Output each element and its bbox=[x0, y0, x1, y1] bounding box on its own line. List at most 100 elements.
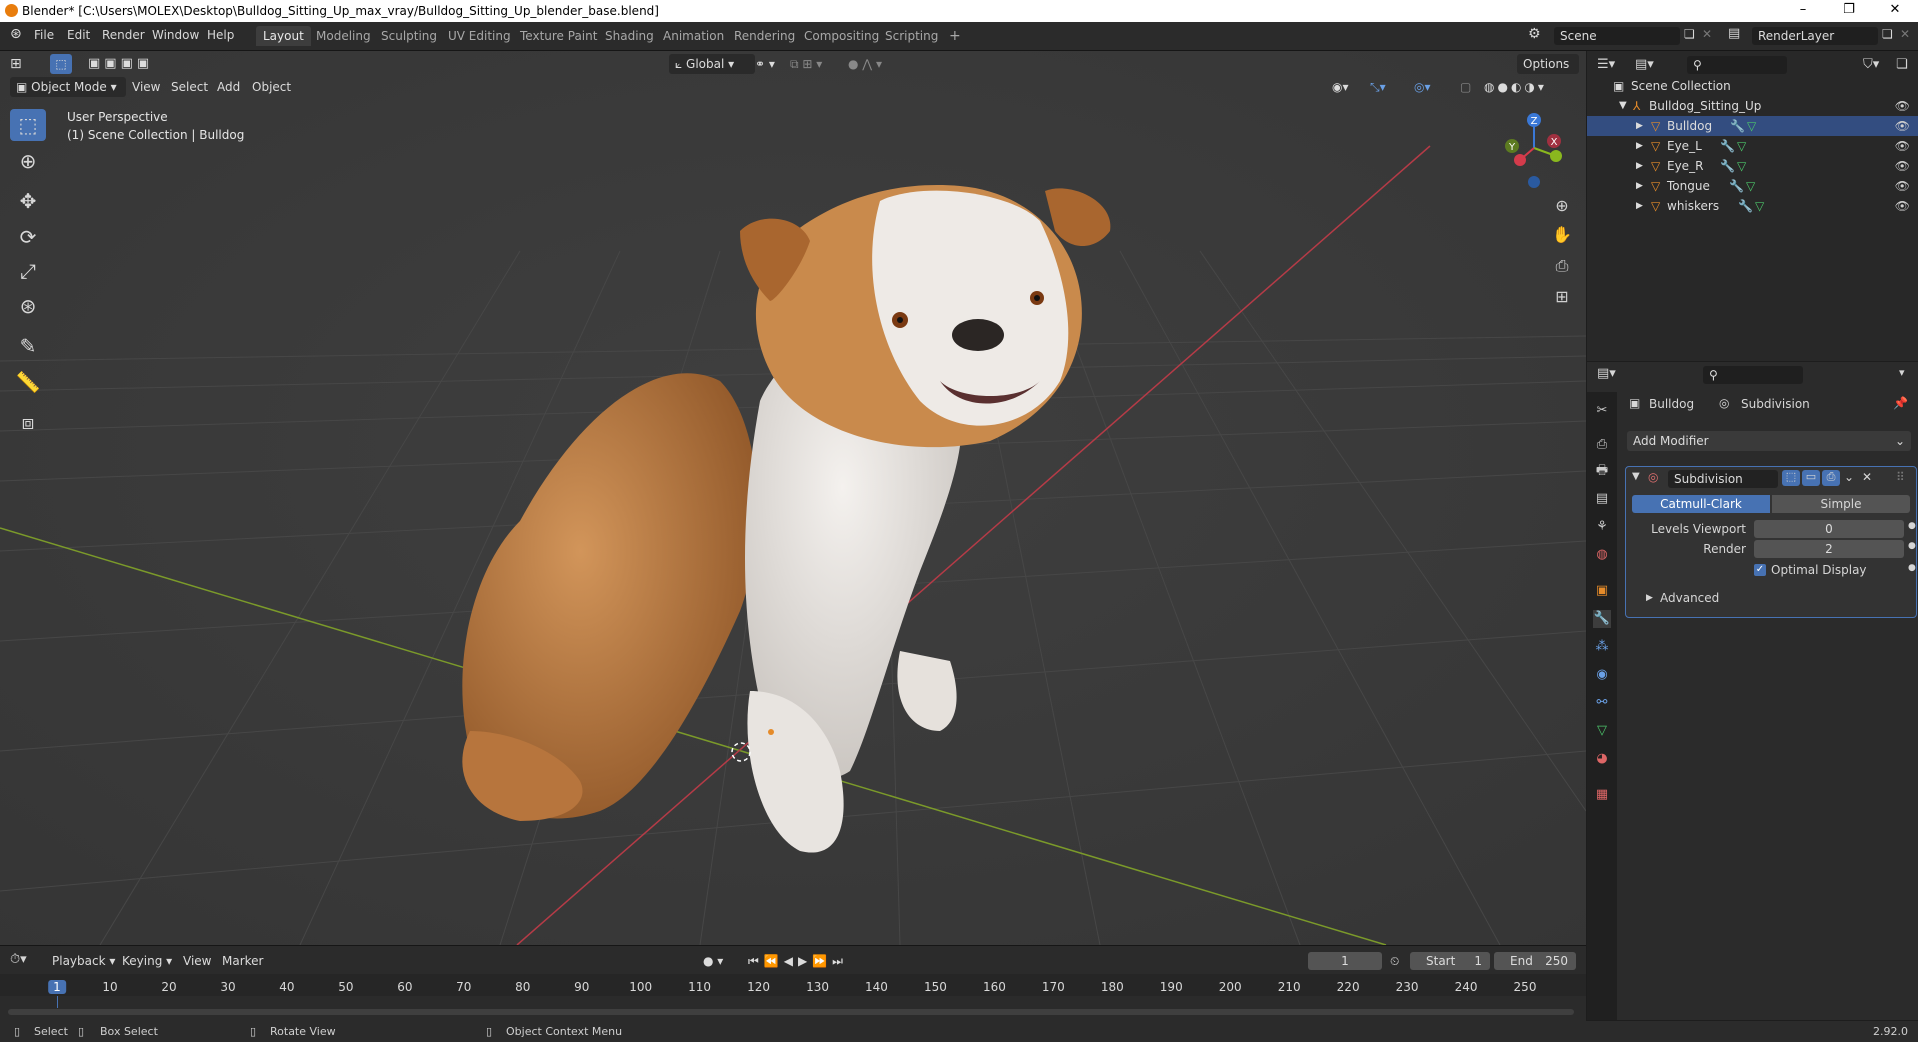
gizmo-toggle-icon[interactable]: ⤡▾ bbox=[1370, 77, 1386, 97]
object-tab-icon[interactable]: ▣ bbox=[1593, 582, 1611, 600]
visibility-eye-icon[interactable]: 👁 bbox=[1895, 196, 1910, 216]
playback-controls-icons[interactable]: ⏮⏪◀▶⏩⏭ bbox=[748, 951, 848, 971]
preview-range-icon[interactable]: ⏲ bbox=[1390, 951, 1399, 971]
tab-rendering[interactable]: Rendering bbox=[727, 26, 802, 46]
modifier-name-field[interactable]: Subdivision bbox=[1668, 470, 1778, 488]
render-levels-field[interactable]: 2 bbox=[1754, 540, 1904, 558]
expand-arrow-icon[interactable]: ▶ bbox=[1636, 176, 1643, 196]
restore-button[interactable]: ❐ bbox=[1826, 2, 1872, 20]
properties-options-icon[interactable]: ▾ bbox=[1899, 366, 1905, 379]
add-workspace-button[interactable]: + bbox=[942, 26, 968, 46]
visibility-eye-icon[interactable]: 👁 bbox=[1895, 136, 1910, 156]
tool-tab-icon[interactable]: ✂ bbox=[1593, 402, 1611, 420]
constraints-tab-icon[interactable]: ⚯ bbox=[1593, 694, 1611, 712]
properties-search-input[interactable]: ⚲ bbox=[1703, 366, 1803, 384]
menu-edit[interactable]: Edit bbox=[67, 28, 90, 42]
material-tab-icon[interactable]: ◕ bbox=[1593, 750, 1611, 768]
viewport-toggle-icon[interactable]: ▭ bbox=[1802, 470, 1820, 486]
overlay-toggle-icon[interactable]: ◎▾ bbox=[1414, 77, 1431, 97]
modifier-tab-icon[interactable]: 🔧 bbox=[1593, 610, 1611, 628]
expand-arrow-icon[interactable]: ▶ bbox=[1636, 156, 1643, 176]
blender-menu-icon[interactable]: ⊛ bbox=[10, 26, 22, 42]
tab-compositing[interactable]: Compositing bbox=[797, 26, 886, 46]
outliner-item-whiskers[interactable]: ▶ ▽ whiskers 🔧 ▽ 👁 bbox=[1587, 196, 1918, 216]
display-mode-icon[interactable]: ▤▾ bbox=[1635, 57, 1654, 72]
auto-keying-icon[interactable]: ● ▾ bbox=[703, 951, 723, 971]
visibility-eye-icon[interactable]: 👁 bbox=[1895, 116, 1910, 136]
minimize-button[interactable]: – bbox=[1780, 2, 1826, 20]
timeline-playback-menu[interactable]: Playback ▾ bbox=[52, 951, 115, 971]
snap-icon[interactable]: ⧉ ⊞ ▾ bbox=[790, 54, 822, 74]
proportional-edit-icon[interactable]: ● ⋀ ▾ bbox=[848, 54, 882, 74]
modifier-wrench-icon[interactable]: 🔧 bbox=[1730, 116, 1745, 136]
transform-orientation-dropdown[interactable]: ⟀ Global ▾ bbox=[669, 54, 755, 74]
new-scene-icon[interactable]: ❏ bbox=[1684, 27, 1695, 41]
options-dropdown[interactable]: Options bbox=[1517, 54, 1579, 74]
collapse-arrow-icon[interactable]: ▼ bbox=[1632, 471, 1640, 482]
output-tab-icon[interactable]: 🖶 bbox=[1593, 462, 1611, 480]
xray-toggle-icon[interactable]: ▢ bbox=[1460, 77, 1471, 97]
editor-type-icon[interactable]: ⊞ bbox=[10, 54, 22, 74]
tab-layout[interactable]: Layout bbox=[256, 26, 311, 46]
keyframe-dot-icon[interactable]: ● bbox=[1908, 521, 1916, 531]
pan-view-icon[interactable]: ✋ bbox=[1549, 222, 1575, 248]
mesh-data-icon[interactable]: ▽ bbox=[1737, 156, 1746, 176]
outliner-item-eye-r[interactable]: ▶ ▽ Eye_R 🔧 ▽ 👁 bbox=[1587, 156, 1918, 176]
new-collection-icon[interactable]: ❏ bbox=[1896, 57, 1908, 72]
3d-viewport[interactable] bbox=[0, 51, 1586, 945]
viewport-menu-object[interactable]: Object bbox=[252, 77, 291, 97]
pivot-point-icon[interactable]: ⚭ ▾ bbox=[755, 54, 775, 74]
physics-tab-icon[interactable]: ◉ bbox=[1593, 666, 1611, 684]
keyframe-dot-icon[interactable]: ● bbox=[1908, 563, 1916, 573]
levels-viewport-field[interactable]: 0 bbox=[1754, 520, 1904, 538]
rotate-tool-icon[interactable]: ⟳ bbox=[10, 221, 46, 253]
measure-tool-icon[interactable]: 📏 bbox=[10, 366, 46, 398]
mesh-data-icon[interactable]: ▽ bbox=[1747, 116, 1756, 136]
modifier-wrench-icon[interactable]: 🔧 bbox=[1720, 156, 1735, 176]
select-mode-icon[interactable]: ⬚ bbox=[50, 54, 72, 74]
expand-arrow-icon[interactable]: ▶ bbox=[1636, 136, 1643, 156]
expand-arrow-icon[interactable]: ▶ bbox=[1636, 116, 1643, 136]
end-frame-field[interactable]: End 250 bbox=[1494, 952, 1576, 970]
navigation-gizmo[interactable]: Z X Y bbox=[1492, 108, 1572, 188]
timeline-keying-menu[interactable]: Keying ▾ bbox=[122, 951, 172, 971]
particles-tab-icon[interactable]: ⁂ bbox=[1593, 638, 1611, 656]
move-tool-icon[interactable]: ✥ bbox=[10, 185, 46, 217]
menu-file[interactable]: File bbox=[34, 28, 54, 42]
render-toggle-icon[interactable]: ⎙ bbox=[1822, 470, 1840, 486]
timeline-view-menu[interactable]: View bbox=[183, 951, 211, 971]
timeline-editor-icon[interactable]: ⏱▾ bbox=[10, 952, 27, 967]
filter-icon[interactable]: ⛉▾ bbox=[1863, 57, 1879, 72]
mesh-data-icon[interactable]: ▽ bbox=[1737, 136, 1746, 156]
shading-mode-icons[interactable]: ◍●◐◑▾ bbox=[1484, 77, 1547, 97]
ortho-toggle-icon[interactable]: ⊞ bbox=[1549, 284, 1575, 310]
zoom-view-icon[interactable]: ⊕ bbox=[1549, 193, 1575, 219]
outliner-scene-collection[interactable]: ▣ Scene Collection bbox=[1587, 76, 1918, 96]
outliner-editor-icon[interactable]: ☰▾ bbox=[1597, 57, 1615, 72]
menu-window[interactable]: Window bbox=[152, 28, 199, 42]
pin-icon[interactable]: 📌 bbox=[1893, 396, 1908, 410]
viewport-menu-view[interactable]: View bbox=[132, 77, 160, 97]
mode-dropdown[interactable]: ▣ Object Mode ▾ bbox=[10, 77, 126, 97]
tab-texture-paint[interactable]: Texture Paint bbox=[513, 26, 604, 46]
expand-arrow-icon[interactable]: ▶ bbox=[1636, 196, 1643, 216]
select-box-tool-icon[interactable]: ⬚ bbox=[10, 109, 46, 141]
transform-tool-icon[interactable]: ⊛ bbox=[10, 290, 46, 322]
delete-view-layer-icon[interactable]: ✕ bbox=[1900, 27, 1910, 41]
visibility-eye-icon[interactable]: 👁 bbox=[1895, 156, 1910, 176]
annotate-tool-icon[interactable]: ✎ bbox=[10, 330, 46, 362]
remove-modifier-icon[interactable]: ✕ bbox=[1862, 470, 1872, 484]
menu-help[interactable]: Help bbox=[207, 28, 234, 42]
texture-tab-icon[interactable]: ▦ bbox=[1593, 786, 1611, 804]
tab-sculpting[interactable]: Sculpting bbox=[374, 26, 444, 46]
current-frame-field[interactable]: 1 bbox=[1308, 952, 1382, 970]
start-frame-field[interactable]: Start 1 bbox=[1410, 952, 1490, 970]
render-tab-icon[interactable]: ⎙ bbox=[1593, 436, 1611, 454]
visibility-eye-icon[interactable]: 👁 bbox=[1895, 176, 1910, 196]
drag-handle-icon[interactable]: ⠿ bbox=[1896, 470, 1905, 484]
new-view-layer-icon[interactable]: ❏ bbox=[1882, 27, 1893, 41]
scene-tab-icon[interactable]: ⚘ bbox=[1593, 518, 1611, 536]
scene-name-field[interactable]: Scene bbox=[1554, 27, 1680, 45]
tab-animation[interactable]: Animation bbox=[656, 26, 731, 46]
view-layer-field[interactable]: RenderLayer bbox=[1752, 27, 1878, 45]
